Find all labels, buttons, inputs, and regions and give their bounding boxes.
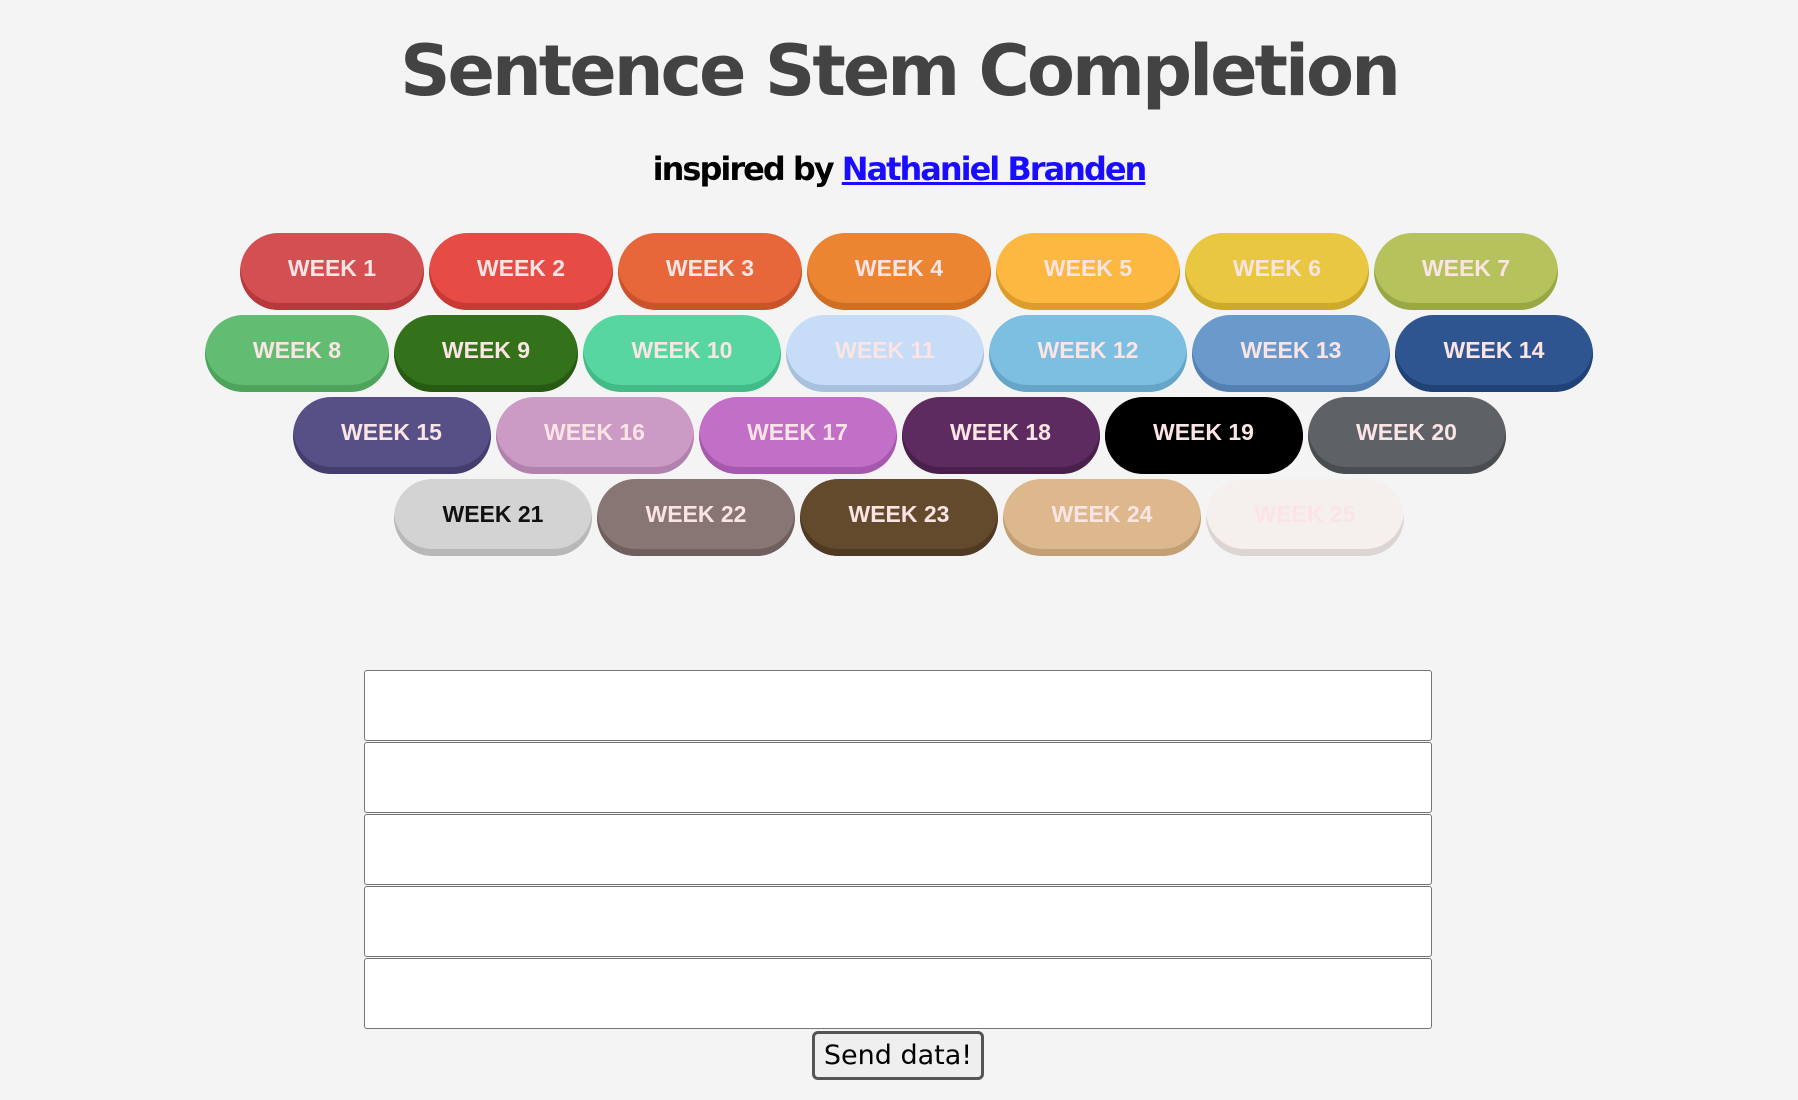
week-3-button[interactable]: WEEK 3 [618,233,802,310]
week-9-button[interactable]: WEEK 9 [394,315,578,392]
week-14-button[interactable]: WEEK 14 [1395,315,1593,392]
stem-input-5[interactable] [364,958,1432,1029]
week-12-button[interactable]: WEEK 12 [989,315,1187,392]
week-18-button[interactable]: WEEK 18 [901,397,1100,474]
week-17-button[interactable]: WEEK 17 [698,397,897,474]
page-subtitle: inspired by Nathaniel Branden [0,150,1798,188]
sentence-stem-form [364,670,1432,1030]
stem-input-3[interactable] [364,814,1432,885]
week-4-button[interactable]: WEEK 4 [807,233,991,310]
week-row-3: WEEK 15 WEEK 16 WEEK 17 WEEK 18 WEEK 19 … [0,397,1798,474]
stem-input-1[interactable] [364,670,1432,741]
week-row-1: WEEK 1 WEEK 2 WEEK 3 WEEK 4 WEEK 5 WEEK … [0,233,1798,310]
page-title: Sentence Stem Completion [400,30,1401,112]
week-5-button[interactable]: WEEK 5 [996,233,1180,310]
week-7-button[interactable]: WEEK 7 [1374,233,1558,310]
week-20-button[interactable]: WEEK 20 [1307,397,1506,474]
week-2-button[interactable]: WEEK 2 [429,233,613,310]
week-row-4: WEEK 21 WEEK 22 WEEK 23 WEEK 24 WEEK 25 [0,479,1798,556]
week-19-button[interactable]: WEEK 19 [1104,397,1303,474]
week-21-button[interactable]: WEEK 21 [394,479,592,556]
author-link[interactable]: Nathaniel Branden [842,150,1148,188]
week-16-button[interactable]: WEEK 16 [495,397,694,474]
week-10-button[interactable]: WEEK 10 [583,315,781,392]
week-6-button[interactable]: WEEK 6 [1185,233,1369,310]
subtitle-prefix: inspired by [652,150,835,188]
week-22-button[interactable]: WEEK 22 [597,479,795,556]
stem-input-2[interactable] [364,742,1432,813]
week-23-button[interactable]: WEEK 23 [800,479,998,556]
week-row-2: WEEK 8 WEEK 9 WEEK 10 WEEK 11 WEEK 12 WE… [0,315,1798,392]
stem-input-4[interactable] [364,886,1432,957]
week-11-button[interactable]: WEEK 11 [786,315,984,392]
week-15-button[interactable]: WEEK 15 [292,397,491,474]
week-13-button[interactable]: WEEK 13 [1192,315,1390,392]
week-25-button[interactable]: WEEK 25 [1206,479,1404,556]
send-data-button[interactable]: Send data! [812,1031,984,1080]
week-8-button[interactable]: WEEK 8 [205,315,389,392]
week-1-button[interactable]: WEEK 1 [240,233,424,310]
week-24-button[interactable]: WEEK 24 [1003,479,1201,556]
